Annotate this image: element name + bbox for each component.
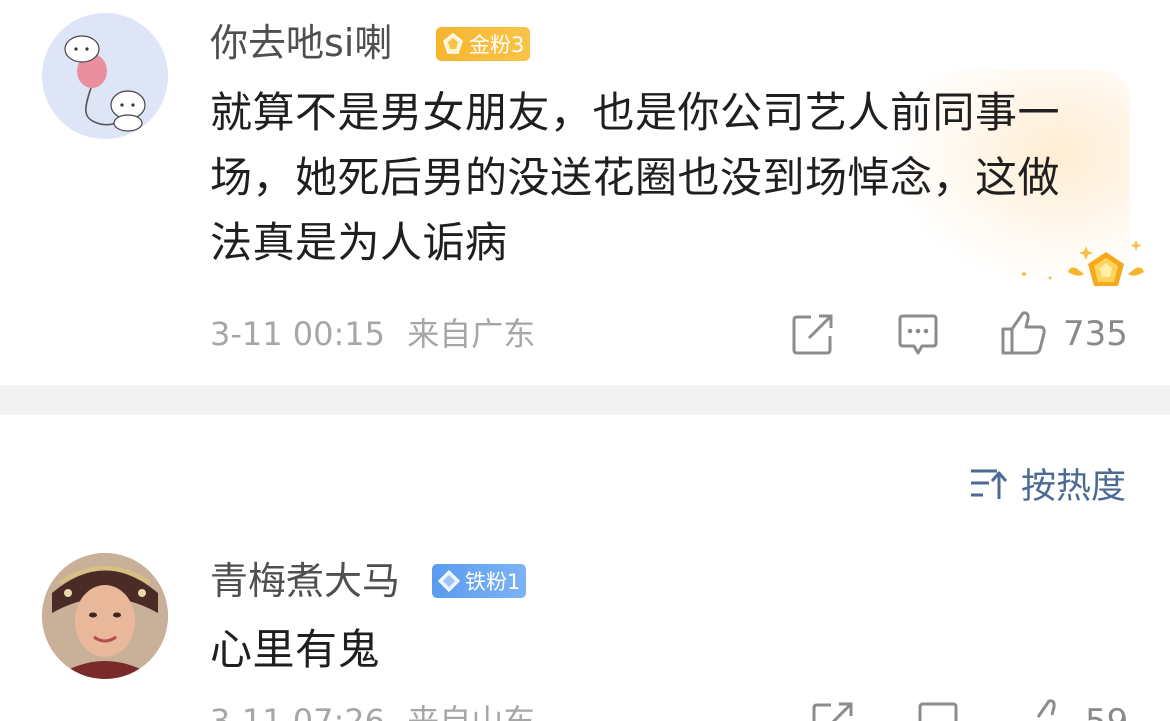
comment-text: 心里有鬼 <box>210 625 381 674</box>
hot-comment-medal-icon <box>1016 238 1146 298</box>
comment-meta: 3-11 07:26 来自山东 <box>210 701 535 721</box>
section-divider <box>0 385 1170 415</box>
avatar[interactable] <box>42 553 168 679</box>
fan-badge[interactable]: 铁粉1 <box>432 564 527 598</box>
fan-gem-icon <box>440 31 466 57</box>
comment-meta: 3-11 00:15 来自广东 <box>210 314 535 354</box>
reply-icon[interactable] <box>896 313 940 357</box>
like-icon[interactable] <box>1025 697 1073 721</box>
comment-time: 3-11 00:15 <box>210 315 386 353</box>
like-count: 735 <box>1063 314 1128 354</box>
comment-location: 来自山东 <box>407 702 536 721</box>
comment-text: 就算不是男女朋友，也是你公司艺人前同事一场，她死后男的没送花圈也没到场悼念，这做… <box>210 88 1061 267</box>
fan-badge[interactable]: 金粉3 <box>436 27 531 61</box>
sort-icon <box>970 469 1008 499</box>
share-icon[interactable] <box>791 312 835 356</box>
comment-time: 3-11 07:26 <box>210 702 386 721</box>
sort-toggle[interactable]: 按热度 <box>969 458 1126 509</box>
fan-badge-label: 金粉3 <box>469 33 525 57</box>
fan-badge-label: 铁粉1 <box>465 570 521 594</box>
username[interactable]: 你去吔si喇 <box>210 20 392 66</box>
comment-location: 来自广东 <box>407 315 536 353</box>
comment-thread: 你去吔si喇 金粉3 就算不是男女朋友，也是你公司艺人前同事一场，她死后男的没送… <box>0 0 1170 721</box>
like-count: 59 <box>1085 702 1128 721</box>
like-icon[interactable] <box>999 309 1047 357</box>
avatar[interactable] <box>42 13 168 139</box>
sort-label: 按热度 <box>1020 467 1126 507</box>
username[interactable]: 青梅煮大马 <box>210 558 400 604</box>
reply-icon[interactable] <box>916 701 960 721</box>
share-icon[interactable] <box>811 700 855 721</box>
fan-gem-icon <box>436 568 462 594</box>
